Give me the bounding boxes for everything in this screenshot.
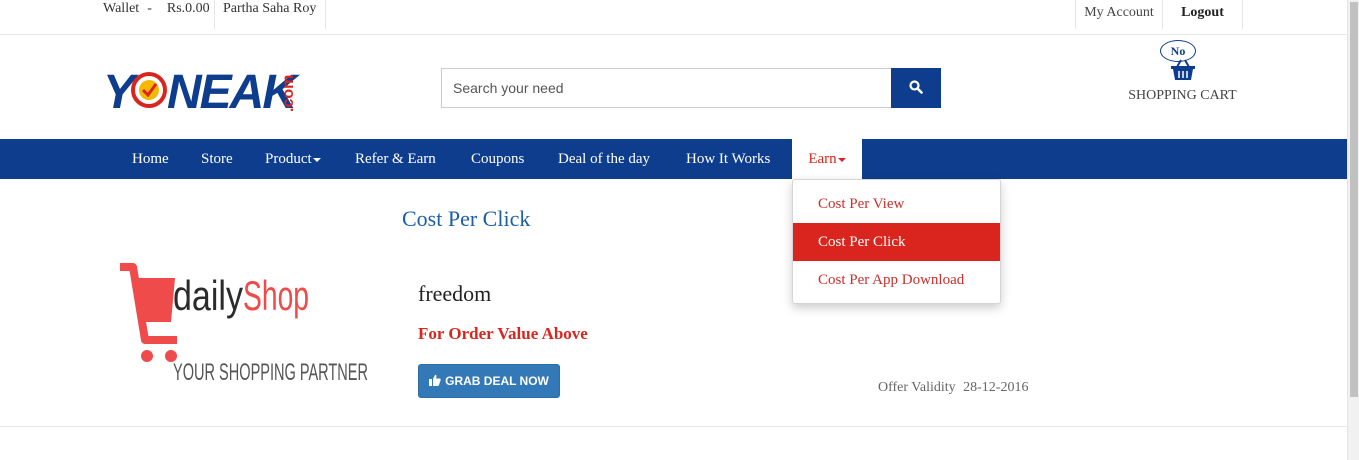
svg-text:Shop: Shop [243, 272, 309, 319]
site-logo[interactable]: Y NEAK .com [103, 58, 303, 120]
divider [0, 426, 1347, 427]
wallet-label: Wallet [103, 1, 140, 16]
basket-icon [1170, 59, 1196, 86]
grab-deal-label: GRAB DEAL NOW [445, 374, 549, 388]
wallet-dash: - [147, 1, 152, 16]
deal-condition: For Order Value Above [418, 324, 588, 343]
menu-item-cost-per-view[interactable]: Cost Per View [793, 185, 1000, 223]
scrollbar-thumb[interactable] [1350, 2, 1358, 397]
shopping-cart[interactable]: No SHOPPING CART [1120, 40, 1245, 106]
caret-down-icon [837, 157, 846, 162]
store-logo-image: daily Shop YOUR SHOPPING PARTNER [115, 250, 373, 386]
main-navbar: Home Store Product Refer & Earn Coupons … [0, 139, 1347, 179]
validity-date: 28-12-2016 [963, 380, 1029, 395]
nav-home[interactable]: Home [132, 139, 169, 179]
thumbs-up-icon [429, 374, 441, 389]
search-input[interactable] [441, 68, 891, 108]
search-icon [909, 79, 923, 97]
top-utility-bar: Wallet - Rs.0.00 Partha Saha Roy My Acco… [0, 0, 1347, 35]
vertical-scrollbar[interactable] [1347, 0, 1359, 460]
offer-validity: Offer Validity 28-12-2016 [878, 380, 1028, 396]
svg-text:daily: daily [173, 272, 243, 319]
logout-link[interactable]: Logout [1163, 0, 1243, 29]
nav-product[interactable]: Product [265, 139, 321, 179]
cart-label: SHOPPING CART [1128, 88, 1237, 103]
caret-down-icon [312, 157, 321, 162]
validity-label: Offer Validity [878, 380, 956, 395]
nav-how-it-works[interactable]: How It Works [686, 139, 770, 179]
svg-text:.com: .com [280, 75, 297, 112]
menu-item-cost-per-app-download[interactable]: Cost Per App Download [793, 261, 1000, 299]
search-bar [441, 68, 941, 108]
nav-product-label: Product [265, 151, 312, 167]
my-account-link[interactable]: My Account [1075, 0, 1163, 29]
nav-earn-label: Earn [808, 151, 837, 167]
svg-text:YOUR SHOPPING PARTNER: YOUR SHOPPING PARTNER [173, 359, 368, 385]
nav-coupons[interactable]: Coupons [471, 139, 524, 179]
earn-dropdown-menu: Cost Per View Cost Per Click Cost Per Ap… [792, 179, 1001, 304]
nav-earn[interactable]: Earn [792, 139, 862, 179]
nav-deal-of-the-day[interactable]: Deal of the day [558, 139, 650, 179]
search-button[interactable] [891, 68, 941, 108]
user-name: Partha Saha Roy [214, 0, 326, 29]
grab-deal-button[interactable]: GRAB DEAL NOW [418, 364, 560, 398]
menu-item-cost-per-click[interactable]: Cost Per Click [793, 223, 1000, 261]
page-title: Cost Per Click [402, 206, 531, 231]
wallet-info: Wallet - Rs.0.00 [103, 0, 210, 29]
wallet-amount: Rs.0.00 [166, 1, 210, 16]
nav-refer-earn[interactable]: Refer & Earn [355, 139, 436, 179]
nav-store[interactable]: Store [201, 139, 233, 179]
deal-title: freedom [418, 281, 492, 306]
